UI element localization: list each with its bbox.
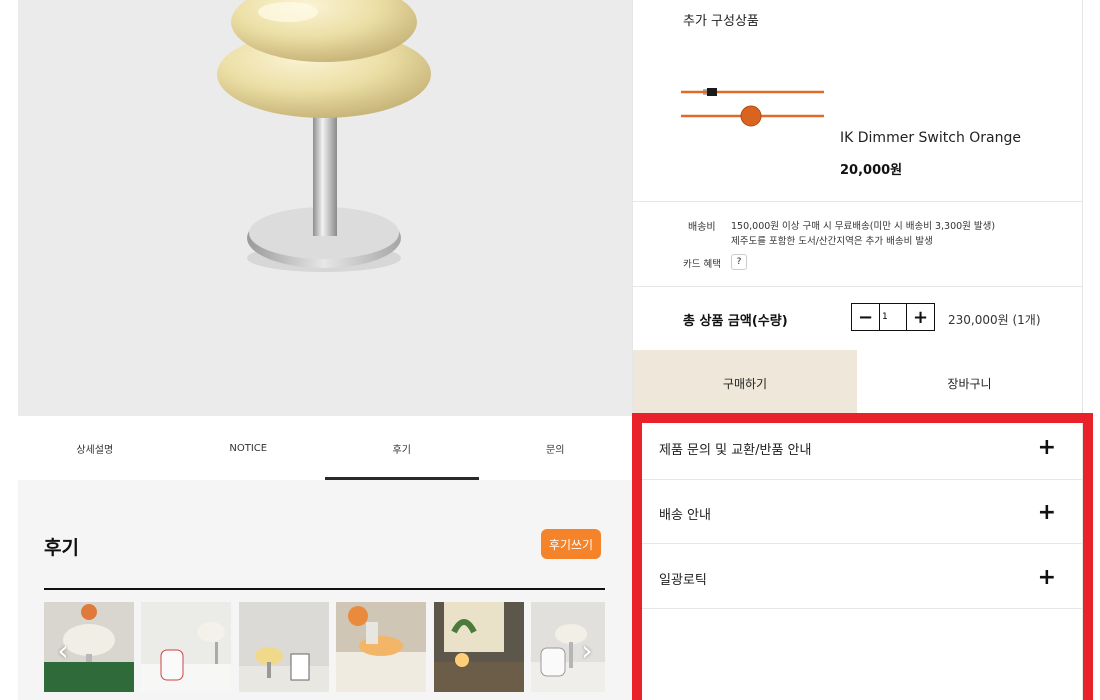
review-photo[interactable] — [434, 602, 524, 692]
product-image — [18, 0, 632, 416]
tab-notice[interactable]: NOTICE — [172, 416, 326, 480]
buy-now-label: 구매하기 — [722, 376, 768, 391]
divider — [633, 479, 1082, 480]
buy-now-button[interactable]: 구매하기 — [633, 350, 857, 416]
purchase-panel: 추가 구성상품 IK Dimmer Switch Orange 20,000원 … — [632, 0, 1083, 700]
total-price-label: 총 상품 금액(수량) — [683, 314, 788, 329]
review-photo[interactable] — [141, 602, 231, 692]
accordion-item-exchange-return[interactable]: 제품 문의 및 교환/반품 안내 + — [633, 416, 1082, 480]
review-photo[interactable] — [239, 602, 329, 692]
tab-inquiry-label: 문의 — [546, 444, 565, 456]
divider — [633, 608, 1082, 609]
divider — [633, 543, 1082, 544]
divider — [633, 286, 1082, 287]
quantity-stepper: − + — [851, 303, 935, 331]
tab-notice-label: NOTICE — [229, 442, 268, 454]
tab-reviews[interactable]: 후기 — [325, 416, 479, 480]
plus-icon: + — [1037, 435, 1056, 460]
add-to-cart-label: 장바구니 — [947, 376, 992, 391]
accordion-label: 제품 문의 및 교환/반품 안내 — [659, 442, 812, 458]
total-price-value: 230,000원 (1개) — [948, 313, 1041, 327]
accordion-label: 배송 안내 — [659, 507, 711, 523]
accordion-item-shipping[interactable]: 배송 안내 + — [633, 481, 1082, 545]
shipping-info-line2: 제주도를 포함한 도서/산간지역은 추가 배송비 발생 — [731, 236, 933, 247]
accordion-item-brand[interactable]: 일광로틱 + — [633, 546, 1082, 610]
add-to-cart-button[interactable]: 장바구니 — [857, 350, 1082, 416]
carousel-next-button[interactable]: › — [575, 630, 599, 670]
tab-details-label: 상세설명 — [76, 444, 114, 456]
card-benefit-help-button[interactable]: ? — [731, 254, 747, 270]
shipping-info-line1: 150,000원 이상 구매 시 무료배송(미만 시 배송비 3,300원 발생… — [731, 221, 996, 232]
addon-product-name[interactable]: IK Dimmer Switch Orange — [840, 130, 1021, 146]
plus-icon: + — [1037, 565, 1056, 590]
product-page: 상세설명 NOTICE 후기 문의 후기 후기쓰기 ‹ › 추가 구성상품 IK… — [0, 0, 1100, 700]
quantity-decrease-button[interactable]: − — [852, 304, 880, 330]
review-section: 후기 후기쓰기 ‹ › — [18, 480, 632, 700]
tab-details[interactable]: 상세설명 — [18, 416, 172, 480]
shipping-label: 배송비 — [688, 222, 716, 233]
detail-tabs: 상세설명 NOTICE 후기 문의 — [18, 416, 632, 480]
quantity-input[interactable] — [880, 304, 906, 330]
review-divider — [44, 588, 605, 590]
accordion-label: 일광로틱 — [659, 572, 707, 588]
tab-inquiry[interactable]: 문의 — [479, 416, 633, 480]
tab-reviews-label: 후기 — [392, 444, 411, 456]
review-title: 후기 — [44, 537, 79, 559]
review-photo-carousel — [44, 602, 605, 700]
addon-product-image[interactable] — [681, 72, 826, 132]
divider — [633, 201, 1082, 202]
write-review-button[interactable]: 후기쓰기 — [541, 529, 601, 559]
addon-product-price: 20,000원 — [840, 163, 903, 178]
quantity-increase-button[interactable]: + — [906, 304, 934, 330]
addon-section-title: 추가 구성상품 — [683, 14, 759, 29]
review-photo[interactable] — [336, 602, 426, 692]
plus-icon: + — [1037, 500, 1056, 525]
card-benefit-label: 카드 혜택 — [683, 259, 721, 270]
carousel-prev-button[interactable]: ‹ — [51, 630, 75, 670]
